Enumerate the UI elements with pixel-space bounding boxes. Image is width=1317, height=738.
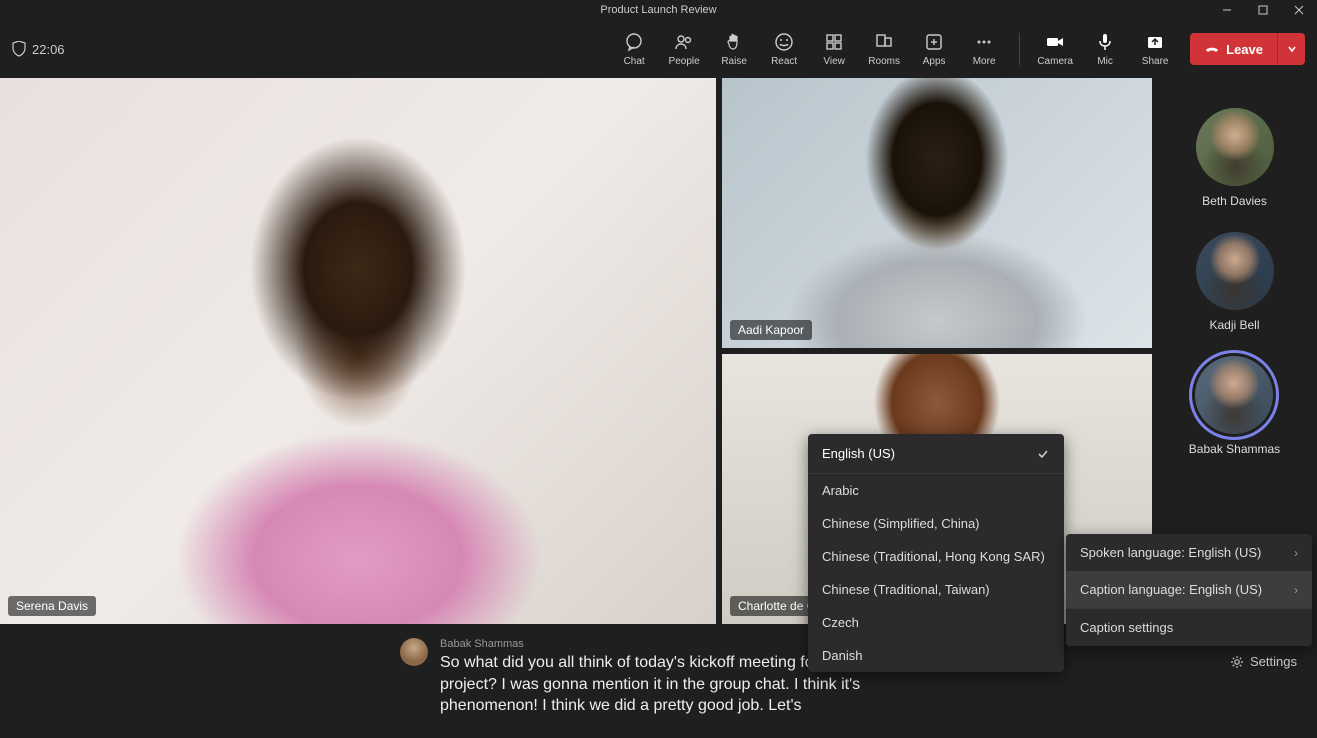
- avatar: [1195, 356, 1273, 434]
- leave-button[interactable]: Leave: [1190, 33, 1277, 65]
- language-option[interactable]: Chinese (Traditional, Taiwan): [808, 573, 1064, 606]
- language-option[interactable]: Chinese (Simplified, China): [808, 507, 1064, 540]
- leave-dropdown-button[interactable]: [1277, 33, 1305, 65]
- participant-name-tag: Serena Davis: [8, 596, 96, 616]
- raise-hand-icon: [724, 32, 744, 52]
- mic-icon: [1095, 32, 1115, 52]
- toolbar-actions: Chat People Raise React View: [609, 25, 1305, 73]
- apps-button[interactable]: Apps: [909, 25, 959, 73]
- avatar: [1196, 232, 1274, 310]
- people-button[interactable]: People: [659, 25, 709, 73]
- language-option[interactable]: Danish: [808, 639, 1064, 672]
- attendee-name: Babak Shammas: [1189, 442, 1280, 456]
- react-button[interactable]: React: [759, 25, 809, 73]
- more-button[interactable]: More: [959, 25, 1009, 73]
- people-icon: [674, 32, 694, 52]
- language-dropdown[interactable]: English (US) Arabic Chinese (Simplified,…: [808, 434, 1064, 672]
- meeting-timer: 22:06: [12, 41, 65, 57]
- share-button[interactable]: Share: [1130, 25, 1180, 73]
- chat-button[interactable]: Chat: [609, 25, 659, 73]
- main-video-tile[interactable]: Serena Davis: [0, 78, 716, 624]
- shield-icon: [12, 41, 26, 57]
- chevron-down-icon: [1287, 44, 1297, 54]
- timer-value: 22:06: [32, 42, 65, 57]
- grid-icon: [824, 32, 844, 52]
- window-controls: [1209, 0, 1317, 20]
- leave-group: Leave: [1190, 33, 1305, 65]
- attendee-item[interactable]: Babak Shammas: [1189, 356, 1280, 456]
- maximize-button[interactable]: [1245, 0, 1281, 20]
- camera-icon: [1045, 32, 1065, 52]
- gear-icon: [1230, 655, 1244, 669]
- caption-speaker-avatar: [400, 638, 428, 666]
- plus-square-icon: [924, 32, 944, 52]
- ellipsis-icon: [974, 32, 994, 52]
- raise-button[interactable]: Raise: [709, 25, 759, 73]
- rooms-button[interactable]: Rooms: [859, 25, 909, 73]
- caption-settings-link[interactable]: Settings: [1230, 654, 1297, 669]
- caption-language-item[interactable]: Caption language: English (US) ›: [1066, 571, 1312, 608]
- caption-settings-item[interactable]: Caption settings: [1066, 609, 1312, 646]
- chevron-right-icon: ›: [1294, 583, 1298, 597]
- meeting-toolbar: 22:06 Chat People Raise React: [0, 20, 1317, 78]
- window-title: Product Launch Review: [600, 4, 716, 16]
- share-icon: [1145, 32, 1165, 52]
- participant-name-tag: Aadi Kapoor: [730, 320, 812, 340]
- minimize-button[interactable]: [1209, 0, 1245, 20]
- attendee-item[interactable]: Beth Davies: [1196, 108, 1274, 208]
- avatar: [1196, 108, 1274, 186]
- mic-button[interactable]: Mic: [1080, 25, 1130, 73]
- titlebar: Product Launch Review: [0, 0, 1317, 20]
- language-option[interactable]: Chinese (Traditional, Hong Kong SAR): [808, 540, 1064, 573]
- close-button[interactable]: [1281, 0, 1317, 20]
- language-option[interactable]: Arabic: [808, 474, 1064, 507]
- language-option[interactable]: Czech: [808, 606, 1064, 639]
- chat-icon: [624, 32, 644, 52]
- language-selected-label: English (US): [822, 446, 895, 461]
- language-selected-row[interactable]: English (US): [808, 434, 1064, 474]
- toolbar-divider: [1019, 33, 1020, 65]
- attendee-name: Kadji Bell: [1209, 318, 1259, 332]
- check-icon: [1036, 447, 1050, 461]
- attendee-name: Beth Davies: [1202, 194, 1267, 208]
- attendee-item[interactable]: Kadji Bell: [1196, 232, 1274, 332]
- view-button[interactable]: View: [809, 25, 859, 73]
- rooms-icon: [874, 32, 894, 52]
- camera-button[interactable]: Camera: [1030, 25, 1080, 73]
- spoken-language-item[interactable]: Spoken language: English (US) ›: [1066, 534, 1312, 571]
- secondary-video-tile[interactable]: Aadi Kapoor: [722, 78, 1152, 348]
- emoji-icon: [774, 32, 794, 52]
- caption-language-menu[interactable]: Spoken language: English (US) › Caption …: [1066, 534, 1312, 646]
- chevron-right-icon: ›: [1294, 546, 1298, 560]
- hangup-icon: [1204, 41, 1220, 57]
